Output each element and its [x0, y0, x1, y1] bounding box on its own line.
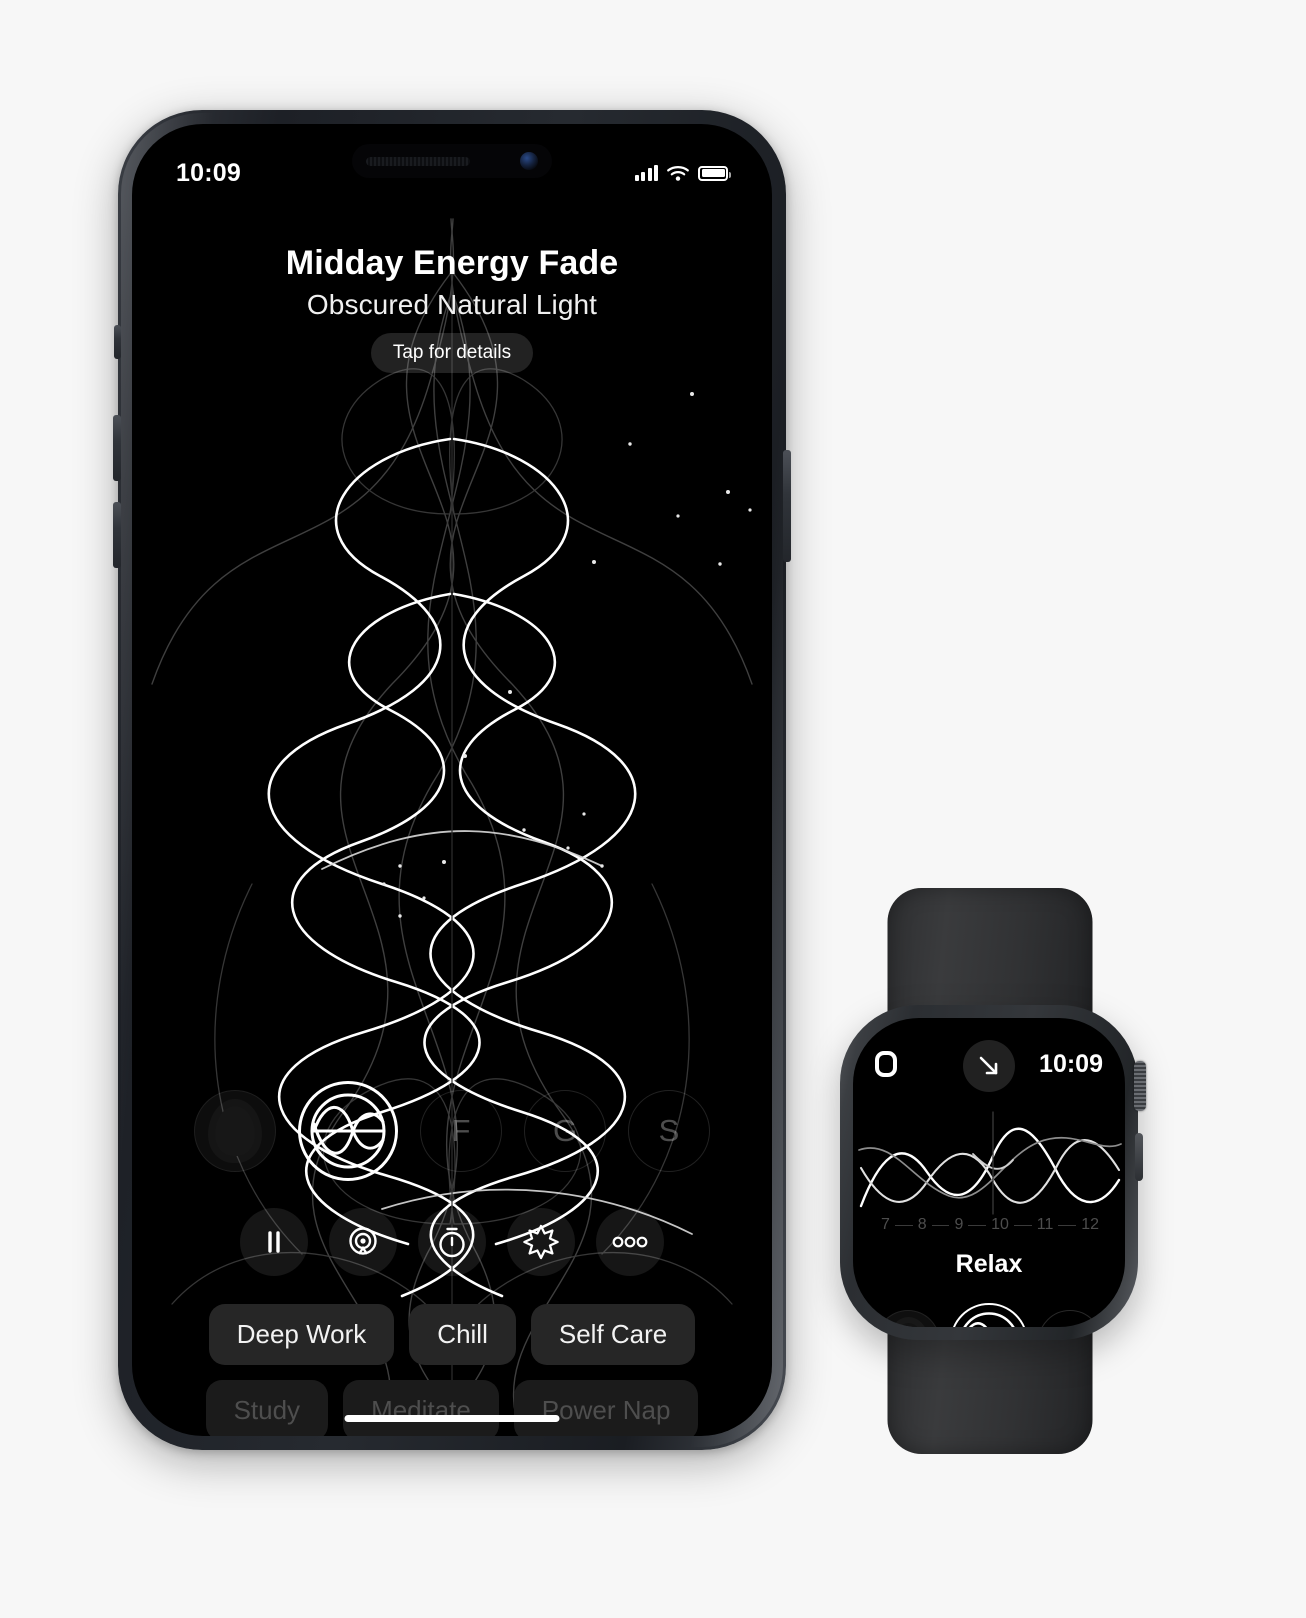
burst-button[interactable] — [507, 1208, 575, 1276]
broadcast-button[interactable] — [329, 1208, 397, 1276]
status-time: 10:09 — [176, 158, 241, 187]
broadcast-target-icon — [349, 1227, 377, 1255]
watch-side-button[interactable] — [1135, 1133, 1143, 1181]
iphone-screen: 10:09 Midday Energy Fade Obscured Natura… — [132, 124, 772, 1436]
wave-sphere-icon — [963, 1312, 1015, 1327]
tick-divider — [968, 1224, 987, 1226]
soundscape-option-profile[interactable] — [194, 1090, 276, 1172]
watch-option-profile[interactable] — [876, 1310, 940, 1327]
digital-crown[interactable] — [1134, 1061, 1146, 1111]
silent-switch[interactable] — [114, 325, 121, 359]
chip-study[interactable]: Study — [205, 1380, 329, 1436]
cellular-bars-icon — [634, 165, 658, 181]
relax-wave-chart — [853, 1110, 1125, 1228]
back-button[interactable] — [963, 1040, 1015, 1092]
status-icons — [634, 165, 731, 182]
wave-sphere-icon — [310, 1093, 386, 1169]
tick-divider — [894, 1224, 913, 1226]
letter-g-icon: G — [552, 1113, 578, 1148]
pause-icon — [268, 1231, 280, 1253]
iphone-status-bar: 10:09 — [132, 158, 772, 188]
iphone-device: 10:09 Midday Energy Fade Obscured Natura… — [113, 110, 791, 1450]
watch-soundscape-selector: F — [853, 1296, 1125, 1327]
stopwatch-icon — [439, 1227, 465, 1258]
page-title: Midday Energy Fade — [285, 244, 619, 282]
letter-f-icon: F — [451, 1113, 471, 1148]
arrow-down-right-icon — [979, 1056, 998, 1075]
watch-screen: 10:09 7 8 9 10 11 12 Relax — [853, 1018, 1125, 1327]
chip-chill[interactable]: Chill — [409, 1304, 516, 1365]
tap-for-details-button[interactable]: Tap for details — [370, 333, 534, 373]
watch-status-bar: 10:09 — [853, 1040, 1125, 1092]
soundscape-option-g[interactable]: G — [524, 1090, 606, 1172]
tick-label: 9 — [954, 1216, 964, 1233]
screenshot-stage: 10:09 Midday Energy Fade Obscured Natura… — [0, 0, 1306, 1618]
transport-controls — [132, 1202, 772, 1282]
chip-meditate[interactable]: Meditate — [343, 1380, 499, 1436]
wifi-icon — [667, 165, 689, 181]
more-button[interactable] — [596, 1208, 664, 1276]
chip-self-care[interactable]: Self Care — [530, 1304, 696, 1365]
profile-blob-icon — [215, 1106, 255, 1156]
tick-divider — [1058, 1224, 1077, 1226]
tick-label: 11 — [1036, 1216, 1054, 1233]
apple-watch-device: 10:09 7 8 9 10 11 12 Relax — [820, 880, 1160, 1460]
tick-divider — [1013, 1224, 1032, 1226]
mode-chip-row-two: Study Meditate Power Nap — [205, 1380, 699, 1436]
watch-case: 10:09 7 8 9 10 11 12 Relax — [840, 1005, 1146, 1340]
tick-label: 8 — [917, 1216, 927, 1233]
tick-label: 12 — [1081, 1216, 1099, 1233]
three-dots-icon — [612, 1236, 648, 1248]
power-button[interactable] — [783, 450, 791, 562]
starburst-icon — [523, 1224, 559, 1260]
mode-chip-row-one: Deep Work Chill Self Care — [208, 1304, 696, 1365]
tick-label: 7 — [881, 1216, 890, 1233]
soundscape-selector: F G S — [132, 1079, 772, 1183]
page-subtitle: Obscured Natural Light — [306, 289, 598, 320]
chip-deep-work[interactable]: Deep Work — [208, 1304, 395, 1365]
soundscape-option-active[interactable] — [298, 1081, 398, 1181]
timer-button[interactable] — [418, 1208, 486, 1276]
volume-up-button[interactable] — [113, 415, 121, 481]
watch-option-f[interactable]: F — [1038, 1310, 1102, 1327]
tick-divider — [931, 1224, 950, 1226]
watch-time: 10:09 — [1039, 1049, 1103, 1078]
battery-full-icon — [698, 165, 731, 181]
chart-tick-labels: 7 8 9 10 11 12 — [881, 1214, 1099, 1236]
pause-button[interactable] — [240, 1208, 308, 1276]
watch-app-icon — [875, 1051, 897, 1077]
chip-power-nap[interactable]: Power Nap — [513, 1380, 699, 1436]
session-label: Relax — [955, 1250, 1023, 1278]
soundscape-option-s[interactable]: S — [628, 1090, 710, 1172]
letter-s-icon: S — [658, 1113, 680, 1148]
home-indicator[interactable] — [344, 1415, 560, 1422]
session-header: Midday Energy Fade Obscured Natural Ligh… — [132, 244, 772, 373]
soundscape-option-f[interactable]: F — [420, 1090, 502, 1172]
profile-blob-icon — [892, 1322, 924, 1327]
watch-option-active[interactable] — [950, 1303, 1028, 1327]
tick-label: 10 — [991, 1216, 1009, 1233]
volume-down-button[interactable] — [113, 502, 121, 568]
